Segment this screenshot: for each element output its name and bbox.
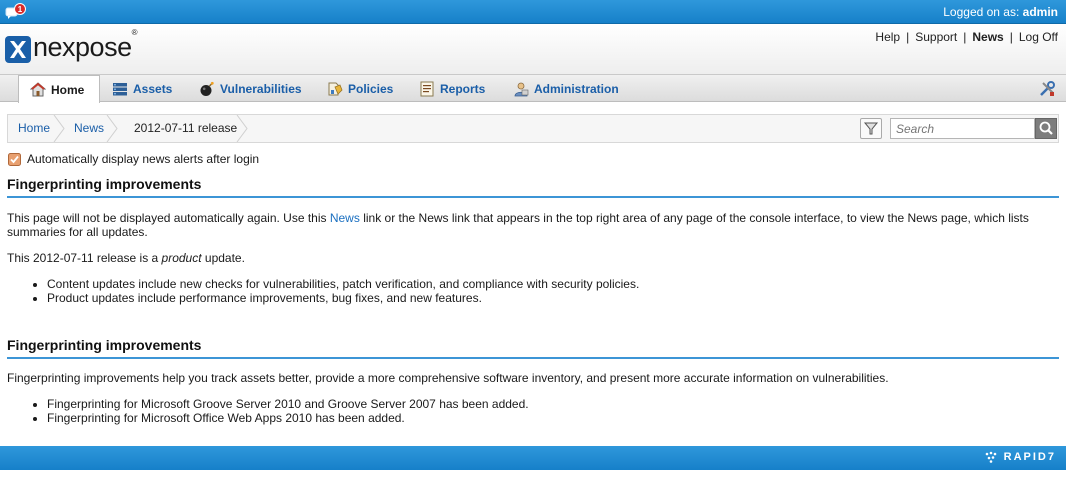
auto-display-checkbox[interactable] (8, 152, 21, 166)
login-prefix: Logged on as: (943, 5, 1023, 19)
footer-brand: RAPID7 (1003, 451, 1056, 463)
section-heading: Fingerprinting improvements (7, 176, 1059, 198)
top-bar: 1 Logged on as: admin (0, 0, 1066, 24)
breadcrumb-home[interactable]: Home (8, 115, 50, 142)
filter-button[interactable] (860, 118, 882, 139)
tab-vulnerabilities[interactable]: Vulnerabilities (199, 75, 302, 102)
search-icon (1039, 121, 1053, 135)
reports-icon (420, 81, 434, 96)
tab-vulnerabilities-label: Vulnerabilities (220, 81, 302, 96)
breadcrumb-news[interactable]: News (64, 115, 104, 142)
list-item: Product updates include performance impr… (47, 291, 639, 305)
update-list: Content updates include new checks for v… (47, 277, 639, 305)
login-status: Logged on as: admin (943, 5, 1058, 19)
list-item: Content updates include new checks for v… (47, 277, 639, 291)
section-heading: Fingerprinting improvements (7, 337, 1059, 359)
breadcrumb-chevron-icon (106, 115, 118, 142)
logoff-link[interactable]: Log Off (1019, 30, 1058, 44)
tab-assets-label: Assets (133, 81, 173, 96)
news-link[interactable]: News (972, 30, 1003, 44)
release-paragraph: This 2012-07-11 release is a product upd… (7, 251, 245, 265)
search-button[interactable] (1035, 118, 1057, 139)
top-links: Help | Support | News | Log Off (875, 30, 1058, 44)
breadcrumb: Home News 2012-07-11 release (7, 114, 1059, 143)
tab-assets[interactable]: Assets (112, 75, 172, 102)
help-link[interactable]: Help (875, 30, 900, 44)
tab-administration[interactable]: Administration (513, 75, 619, 102)
brand-row: nexpose® Help | Support | News | Log Off (0, 24, 1066, 74)
filter-icon (863, 122, 879, 135)
rapid7-logo: RAPID7 (985, 451, 1056, 463)
nexpose-logo[interactable]: nexpose® (5, 27, 138, 67)
list-item: Fingerprinting for Microsoft Groove Serv… (47, 397, 529, 411)
breadcrumb-current: 2012-07-11 release (134, 121, 238, 135)
tab-home[interactable]: Home (18, 75, 100, 103)
auto-display-label: Automatically display news alerts after … (27, 152, 260, 166)
admin-icon (514, 82, 529, 96)
login-user: admin (1022, 5, 1058, 19)
tab-policies[interactable]: Policies (327, 75, 393, 102)
tab-policies-label: Policies (348, 81, 394, 96)
list-item: Fingerprinting for Microsoft Office Web … (47, 411, 529, 425)
tab-home-label: Home (51, 82, 85, 97)
notification-icon[interactable]: 1 (5, 3, 27, 21)
news-inline-link[interactable]: News (330, 211, 360, 225)
tab-administration-label: Administration (534, 81, 619, 96)
footer: RAPID7 (0, 446, 1066, 470)
fingerprinting-list: Fingerprinting for Microsoft Groove Serv… (47, 397, 529, 425)
support-link[interactable]: Support (915, 30, 957, 44)
tab-reports-label: Reports (440, 81, 486, 96)
logo-x-icon (5, 36, 31, 63)
logo-text: nexpose® (33, 27, 138, 62)
intro-paragraph: This page will not be displayed automati… (7, 211, 1029, 239)
tools-icon[interactable] (1038, 80, 1056, 98)
rapid7-mark-icon (985, 451, 996, 463)
auto-display-row: Automatically display news alerts after … (8, 152, 259, 166)
notification-count: 1 (18, 5, 23, 14)
policies-icon (328, 82, 343, 95)
home-icon (30, 81, 46, 96)
main-nav: Home Assets Vulnerabilities Policies Rep… (0, 74, 1066, 103)
tab-reports[interactable]: Reports (419, 75, 485, 102)
bomb-icon (200, 81, 214, 96)
assets-icon (113, 82, 127, 95)
breadcrumb-chevron-icon (236, 115, 248, 142)
fingerprinting-paragraph: Fingerprinting improvements help you tra… (7, 371, 889, 385)
search-input[interactable] (890, 118, 1035, 139)
